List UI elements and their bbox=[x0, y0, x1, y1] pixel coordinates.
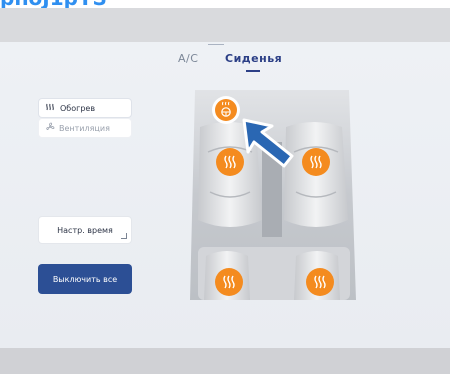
steering-wheel-heat-button[interactable] bbox=[212, 96, 240, 124]
rear-right-heat-button[interactable] bbox=[306, 268, 334, 296]
bottom-bar bbox=[0, 348, 450, 374]
top-caption: pnoJ1pYS bbox=[0, 0, 450, 8]
top-bar bbox=[0, 8, 450, 42]
seat-map bbox=[190, 90, 356, 300]
rear-left-heat-button[interactable] bbox=[215, 268, 243, 296]
climate-panel: A/C Сиденья Обогрев Вентиляция Настр. вр… bbox=[0, 42, 450, 348]
front-right-heat-button[interactable] bbox=[302, 148, 330, 176]
front-left-heat-button[interactable] bbox=[216, 148, 244, 176]
